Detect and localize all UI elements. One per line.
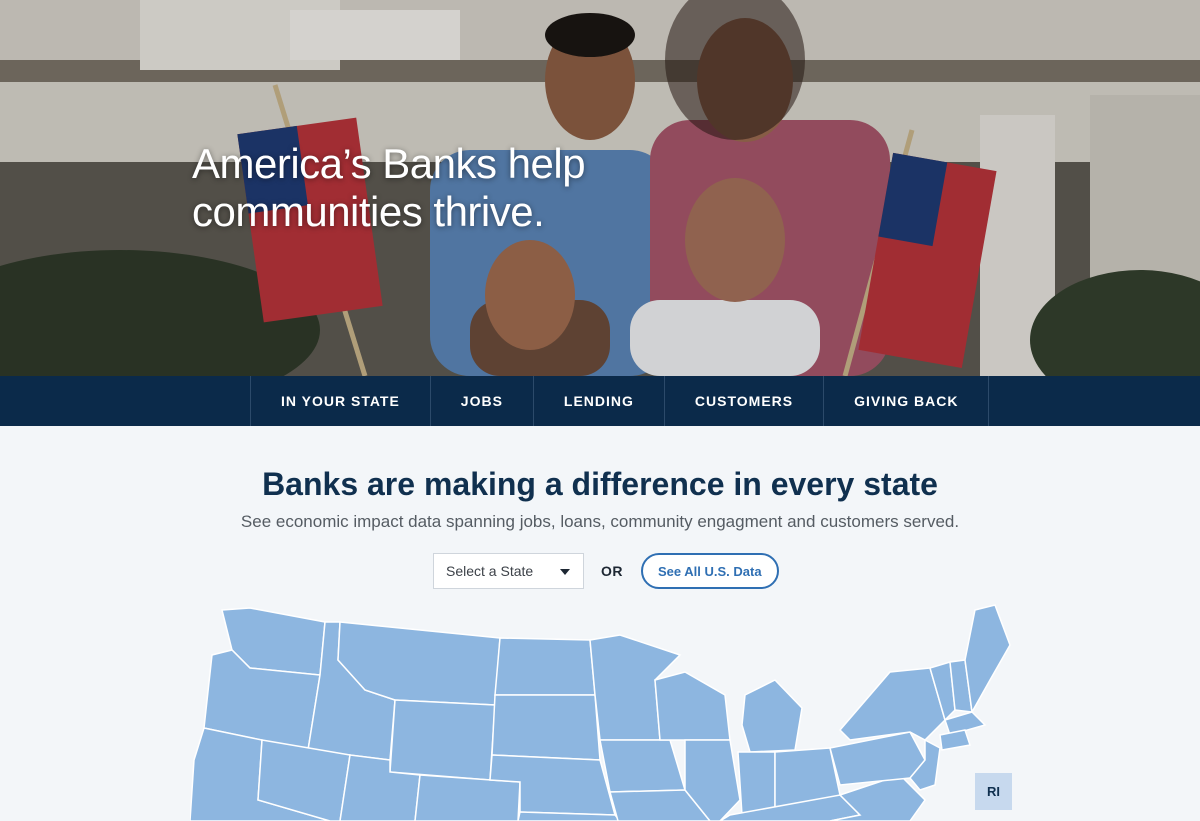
state-select-placeholder: Select a State [446, 563, 534, 579]
nav-item-lending[interactable]: LENDING [534, 376, 665, 426]
state-indiana[interactable] [737, 751, 776, 816]
rhode-island-badge[interactable]: RI [975, 773, 1012, 810]
state-iowa[interactable] [599, 739, 687, 793]
nav-item-in-your-state[interactable]: IN YOUR STATE [251, 376, 431, 426]
state-select[interactable]: Select a State [433, 553, 584, 589]
state-wyoming[interactable] [389, 699, 496, 781]
hero-banner: America’s Banks help communities thrive. [0, 0, 1200, 376]
state-new-york[interactable] [838, 667, 946, 741]
state-south-dakota[interactable] [491, 694, 601, 761]
nav-item-jobs[interactable]: JOBS [431, 376, 534, 426]
or-label: OR [601, 563, 623, 579]
state-wisconsin[interactable] [654, 671, 731, 741]
chevron-down-icon [560, 569, 570, 575]
section-subheadline: See economic impact data spanning jobs, … [240, 512, 960, 531]
see-all-us-data-button[interactable]: See All U.S. Data [641, 553, 779, 589]
state-michigan[interactable] [741, 679, 803, 753]
state-maine[interactable] [964, 604, 1011, 715]
nav-item-giving-back[interactable]: GIVING BACK [824, 376, 990, 426]
state-controls: Select a State OR See All U.S. Data [433, 553, 779, 589]
nav-items: IN YOUR STATE JOBS LENDING CUSTOMERS GIV… [250, 376, 990, 426]
hero-title: America’s Banks help communities thrive. [192, 140, 586, 235]
state-north-dakota[interactable] [494, 637, 596, 696]
us-map [190, 604, 1011, 821]
nav-item-customers[interactable]: CUSTOMERS [665, 376, 825, 426]
main-navigation: IN YOUR STATE JOBS LENDING CUSTOMERS GIV… [0, 376, 1200, 426]
state-colorado[interactable] [414, 774, 521, 821]
section-headline: Banks are making a difference in every s… [262, 466, 938, 502]
state-connecticut[interactable] [939, 729, 971, 751]
